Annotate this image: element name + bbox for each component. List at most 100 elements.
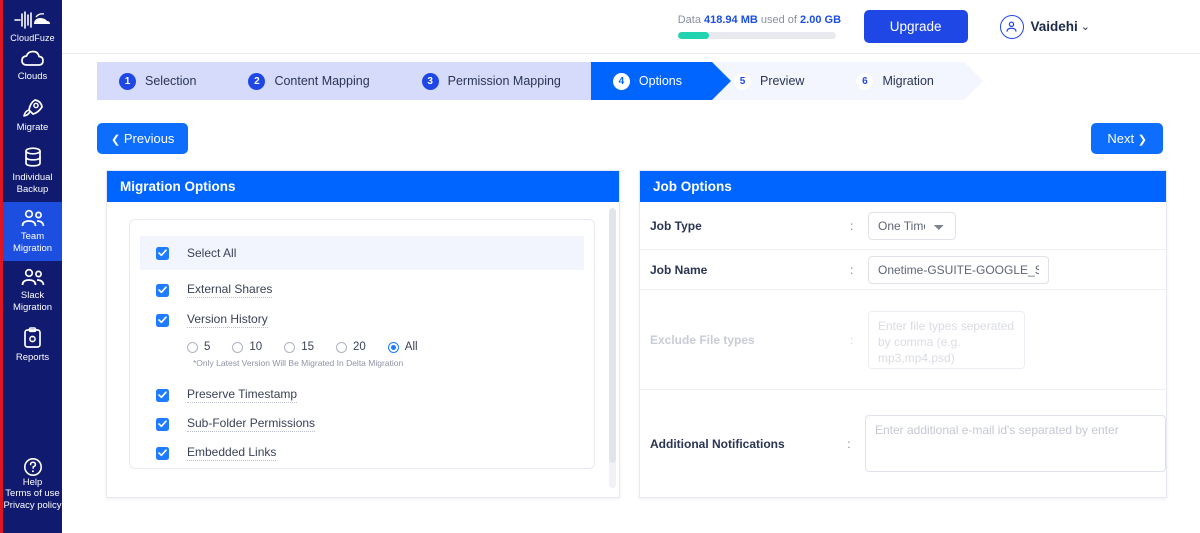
upgrade-button[interactable]: Upgrade: [863, 10, 968, 43]
radio-circle-icon: [284, 341, 296, 353]
sidebar-footer: Help Terms of use Privacy policy: [3, 457, 62, 533]
top-header: Data 418.94 MB used of 2.00 GB Upgrade V…: [62, 0, 1200, 54]
job-type-select[interactable]: One Time Delta Scheduled: [868, 211, 956, 240]
step-label: Options: [638, 74, 682, 88]
radio-version-15[interactable]: 15: [284, 341, 314, 353]
option-label-external-shares: External Shares: [187, 282, 273, 298]
step-content-mapping[interactable]: 2 Content Mapping: [226, 62, 419, 100]
step-options[interactable]: 4 Options: [590, 62, 731, 100]
account-menu[interactable]: Vaidehi ⌄: [999, 14, 1090, 39]
additional-notifications-label: Additional Notifications: [650, 436, 785, 451]
data-usage-bar: [677, 32, 836, 39]
job-name-input[interactable]: [868, 255, 1049, 284]
sidebar-item-individual-backup[interactable]: Individual Backup: [3, 140, 62, 202]
checkbox-external-shares[interactable]: [156, 283, 169, 297]
step-selection[interactable]: 1 Selection: [97, 62, 246, 100]
users-icon: [20, 268, 46, 287]
step-label: Migration: [882, 74, 934, 88]
step-label: Permission Mapping: [447, 74, 561, 88]
option-row-select-all[interactable]: Select All: [140, 236, 584, 270]
migration-panel-scrollbar[interactable]: [609, 208, 616, 488]
option-label-version-history: Version History: [187, 312, 268, 328]
job-type-label: Job Type: [650, 218, 702, 233]
job-row-job-name: Job Name :: [640, 250, 1166, 290]
step-chevron-icon: [963, 62, 983, 100]
cloud-icon: [20, 50, 45, 68]
step-number: 2: [248, 72, 266, 90]
additional-notifications-textarea[interactable]: [864, 415, 1166, 472]
version-history-note: *Only Latest Version Will Be Migrated In…: [193, 358, 404, 368]
privacy-policy-link[interactable]: Privacy policy: [3, 500, 61, 512]
checkbox-embedded-links[interactable]: [156, 446, 169, 460]
migration-options-card: Select All External Shares Version Histo…: [129, 219, 595, 469]
data-usage-used: 418.94 MB: [704, 14, 758, 26]
radio-circle-icon: [336, 341, 347, 353]
question-circle-icon[interactable]: [23, 457, 43, 477]
account-name: Vaidehi: [1030, 19, 1078, 34]
radio-label: 15: [301, 341, 314, 353]
brand-label: CloudFuze: [10, 33, 55, 43]
sidebar-item-label: Team: [20, 231, 45, 242]
radio-version-5[interactable]: 5: [187, 341, 210, 353]
radio-version-20[interactable]: 20: [336, 341, 366, 353]
stepper: 1 Selection 2 Content Mapping 3 Permissi…: [97, 62, 983, 100]
sidebar-item-label: Slack: [20, 290, 45, 301]
additional-notifications-colon: :: [847, 436, 851, 451]
checkbox-version-history[interactable]: [156, 313, 169, 327]
step-chevron-icon: [834, 62, 854, 100]
migration-options-panel: Migration Options Select All External Sh…: [106, 170, 620, 498]
previous-button[interactable]: ❮ Previous: [97, 123, 189, 154]
job-name-colon: :: [850, 262, 854, 277]
help-link[interactable]: Help: [23, 477, 43, 489]
checkbox-preserve-timestamp[interactable]: [156, 388, 169, 402]
sidebar-item-migrate[interactable]: Migrate: [3, 90, 62, 141]
step-number: 5: [733, 72, 751, 90]
exclude-file-types-textarea[interactable]: [868, 310, 1025, 369]
step-number: 3: [421, 72, 439, 90]
checkbox-select-all[interactable]: [156, 246, 169, 260]
data-usage-middle: used of: [760, 14, 797, 26]
sidebar-item-team-migration[interactable]: Team Migration: [3, 202, 62, 261]
step-label: Preview: [759, 74, 805, 88]
data-usage-total: 2.00 GB: [800, 14, 842, 26]
option-label-embedded-links: Embedded Links: [187, 445, 277, 461]
radio-circle-icon: [232, 341, 244, 353]
previous-button-label: Previous: [123, 131, 175, 146]
checkbox-sub-folder-permissions[interactable]: [156, 417, 169, 431]
radio-circle-icon: [187, 341, 198, 353]
option-label-sub-folder-permissions: Sub-Folder Permissions: [187, 416, 316, 432]
step-migration[interactable]: 6 Migration: [834, 62, 983, 100]
app-root: CloudFuze Clouds Migrate Individual Back…: [0, 0, 1200, 533]
step-number: 6: [856, 72, 874, 90]
brand-logo[interactable]: CloudFuze: [3, 10, 62, 43]
sidebar: CloudFuze Clouds Migrate Individual Back…: [0, 0, 62, 533]
terms-of-use-link[interactable]: Terms of use: [5, 488, 59, 500]
data-usage-prefix: Data: [677, 14, 701, 26]
scrollbar-thumb[interactable]: [609, 208, 616, 463]
step-permission-mapping[interactable]: 3 Permission Mapping: [399, 62, 610, 100]
sidebar-item-label: Reports: [15, 352, 50, 363]
radio-circle-selected-icon: [387, 341, 399, 353]
next-button-label: Next: [1107, 131, 1135, 146]
cloudfuze-logo-icon: [13, 10, 53, 30]
step-number: 1: [119, 72, 136, 90]
step-label: Content Mapping: [274, 74, 370, 88]
radio-version-all[interactable]: All: [387, 341, 418, 353]
radio-version-10[interactable]: 10: [232, 341, 262, 353]
sidebar-item-label-2: Migration: [12, 242, 53, 254]
sidebar-item-slack-migration[interactable]: Slack Migration: [3, 261, 62, 320]
job-options-title: Job Options: [640, 171, 1166, 202]
sidebar-item-label-2: Backup: [16, 183, 49, 195]
sidebar-item-clouds[interactable]: Clouds: [3, 43, 62, 90]
data-usage-text: Data 418.94 MB used of 2.00 GB: [677, 14, 841, 26]
option-row-embedded-links[interactable]: Embedded Links: [130, 439, 594, 467]
job-row-additional-notifications: Additional Notifications :: [640, 390, 1166, 497]
exclude-file-types-colon: :: [850, 332, 854, 347]
next-button[interactable]: Next ❯: [1091, 123, 1163, 154]
sidebar-item-reports[interactable]: Reports: [3, 320, 62, 371]
option-row-sub-folder-permissions[interactable]: Sub-Folder Permissions: [130, 410, 594, 438]
option-row-external-shares[interactable]: External Shares: [130, 276, 594, 304]
users-icon: [20, 209, 46, 228]
option-row-version-history[interactable]: Version History: [130, 306, 594, 334]
option-row-preserve-timestamp[interactable]: Preserve Timestamp: [130, 381, 594, 409]
